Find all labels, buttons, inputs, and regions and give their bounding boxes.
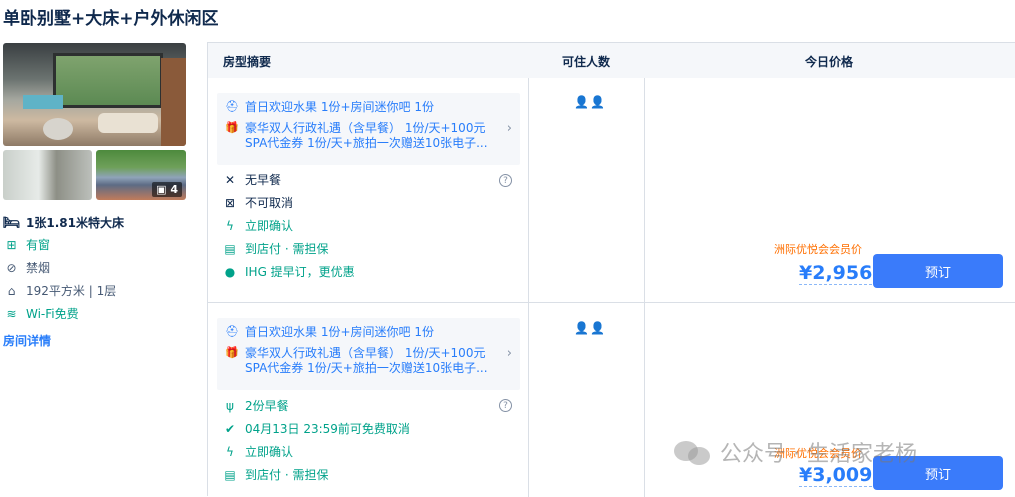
- ihg-promo: ● IHG 提早订，更优惠: [224, 264, 355, 280]
- bed-info: 🛏 1张1.81米特大床: [2, 214, 124, 231]
- wechat-icon: [674, 437, 712, 467]
- photo-count-badge: ▣ 4: [152, 182, 182, 197]
- window-icon: ⊞: [6, 237, 17, 252]
- welcome-icon: ⛑: [225, 325, 239, 338]
- payment-policy: ▤ 到店付 · 需担保: [224, 241, 329, 257]
- cancel-policy: ⊠ 不可取消: [224, 195, 294, 211]
- confirm-policy: ϟ 立即确认: [223, 443, 293, 460]
- table-header: 房型摘要 可住人数 今日价格: [208, 43, 1015, 78]
- lightning-icon: ϟ: [226, 444, 234, 459]
- room-main-photo[interactable]: [3, 43, 186, 146]
- confirm-policy: ϟ 立即确认: [223, 217, 293, 234]
- area-icon: ⌂: [7, 283, 16, 298]
- no-cancel-icon: ⊠: [224, 195, 236, 210]
- header-price: 今日价格: [805, 55, 854, 69]
- chevron-right-icon: ›: [506, 121, 512, 136]
- no-meal-icon: ✕: [224, 172, 236, 187]
- package-summary[interactable]: ⛑ 首日欢迎水果 1份+房间迷你吧 1份 🎁 豪华双人行政礼遇（含早餐） 1份/…: [217, 93, 520, 165]
- payment-icon: ▤: [224, 467, 236, 482]
- welcome-icon: ⛑: [225, 100, 239, 113]
- no-smoking-info: ⊘ 禁烟: [3, 259, 50, 276]
- book-button[interactable]: 预订: [873, 254, 1003, 288]
- check-circle-icon: ✔: [224, 421, 236, 436]
- bed-icon: 🛏: [2, 214, 21, 231]
- occupancy-icons: 👤👤: [574, 95, 606, 109]
- ihg-icon: ●: [224, 264, 236, 279]
- wifi-info: ≋ Wi-Fi免费: [3, 305, 78, 322]
- no-smoking-icon: ⊘: [6, 260, 17, 275]
- area-info: ⌂ 192平方米 | 1层: [3, 282, 117, 299]
- rate-table: 房型摘要 可住人数 今日价格 ⛑ 首日欢迎水果 1份+房间迷你吧 1份 🎁 豪华…: [207, 42, 1015, 497]
- room-thumb-outdoor[interactable]: ▣ 4: [96, 150, 186, 200]
- member-price-tag: 洲际优悦会会员价: [774, 243, 862, 256]
- room-detail-link[interactable]: 房间详情: [3, 332, 51, 349]
- price: ¥2,956: [799, 262, 873, 285]
- gift-icon: 🎁: [225, 346, 239, 359]
- occupancy-icons: 👤👤: [574, 321, 606, 335]
- help-icon[interactable]: ?: [499, 174, 512, 187]
- image-icon: ▣: [156, 183, 167, 196]
- payment-icon: ▤: [224, 241, 236, 256]
- lightning-icon: ϟ: [226, 218, 234, 233]
- wifi-icon: ≋: [6, 306, 17, 321]
- header-summary: 房型摘要: [223, 55, 272, 69]
- cancel-policy: ✔ 04月13日 23:59前可免费取消: [224, 421, 410, 437]
- gift-icon: 🎁: [225, 121, 239, 134]
- watermark: 公众号 · 生活家老杨: [674, 436, 917, 468]
- chevron-right-icon: ›: [506, 346, 512, 361]
- meal-icon: ψ: [226, 398, 234, 413]
- meal-policy: ✕ 无早餐: [224, 172, 282, 188]
- package-summary[interactable]: ⛑ 首日欢迎水果 1份+房间迷你吧 1份 🎁 豪华双人行政礼遇（含早餐） 1份/…: [217, 318, 520, 390]
- help-icon[interactable]: ?: [499, 399, 512, 412]
- meal-policy: ψ 2份早餐: [223, 397, 289, 414]
- header-occupancy: 可住人数: [562, 55, 611, 69]
- window-info: ⊞ 有窗: [3, 236, 50, 253]
- room-title: 单卧别墅+大床+户外休闲区: [3, 9, 219, 29]
- room-thumb-bathroom[interactable]: [3, 150, 92, 200]
- payment-policy: ▤ 到店付 · 需担保: [224, 467, 329, 483]
